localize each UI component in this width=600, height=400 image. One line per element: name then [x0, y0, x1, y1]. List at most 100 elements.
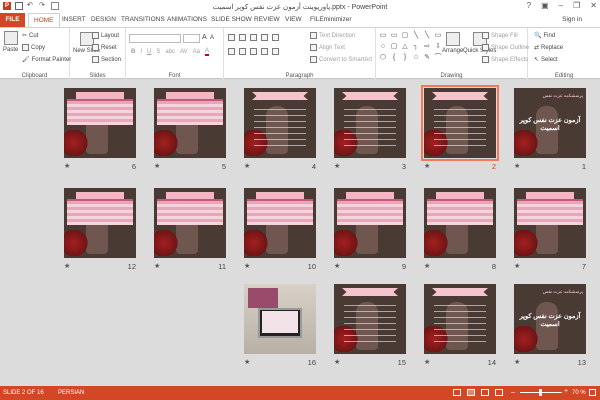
slide-thumbnail-3[interactable]: [334, 88, 406, 158]
left-brace-shape-icon[interactable]: {: [389, 53, 399, 63]
layout-button[interactable]: Layout: [92, 32, 119, 39]
tab-review[interactable]: REVIEW: [254, 16, 280, 23]
restore-icon[interactable]: ❐: [573, 1, 580, 10]
columns-icon[interactable]: [272, 48, 279, 55]
sign-in-link[interactable]: Sign in: [562, 16, 582, 23]
ribbon-display-icon[interactable]: ▣: [541, 1, 549, 10]
font-color-icon[interactable]: A: [204, 48, 209, 56]
slide-thumbnail-2[interactable]: [421, 85, 499, 161]
freeform-shape-icon[interactable]: ✎: [422, 53, 432, 63]
font-name-dropdown[interactable]: [129, 34, 181, 43]
decrease-indent-icon[interactable]: [250, 34, 257, 41]
tab-slide-show[interactable]: SLIDE SHOW: [211, 16, 252, 23]
tab-home[interactable]: HOME: [28, 13, 60, 28]
arc-shape-icon[interactable]: ⌒: [433, 53, 443, 63]
slide-thumbnail-10[interactable]: [244, 188, 316, 258]
tab-insert[interactable]: INSERT: [62, 16, 86, 23]
slide-number: 7: [581, 262, 586, 271]
shrink-font-icon[interactable]: A: [210, 35, 214, 41]
slide-thumbnail-12[interactable]: [64, 188, 136, 258]
cut-button[interactable]: ✂ Cut: [22, 32, 38, 40]
align-center-icon[interactable]: [239, 48, 246, 55]
minimize-icon[interactable]: –: [559, 1, 563, 10]
bold-icon[interactable]: B: [131, 49, 135, 55]
zoom-in-icon[interactable]: +: [564, 388, 568, 395]
character-spacing-icon[interactable]: AV: [180, 49, 188, 55]
rounded-rect-shape-icon[interactable]: ▢: [400, 31, 410, 41]
reset-button[interactable]: Reset: [92, 44, 117, 51]
find-button[interactable]: 🔍 Find: [534, 32, 555, 40]
font-size-dropdown[interactable]: [183, 34, 200, 43]
paste-button[interactable]: Paste: [3, 31, 18, 53]
language-indicator[interactable]: PERSIAN: [58, 390, 84, 396]
slide-thumbnail-6[interactable]: [64, 88, 136, 158]
grow-font-icon[interactable]: A: [202, 34, 207, 41]
italic-icon[interactable]: I: [140, 49, 142, 55]
triangle-shape-icon[interactable]: △: [400, 42, 410, 52]
tab-view[interactable]: VIEW: [285, 16, 302, 23]
align-left-icon[interactable]: [228, 48, 235, 55]
tab-animations[interactable]: ANIMATIONS: [167, 16, 207, 23]
slide-thumbnail-13[interactable]: پرسشنامه عزت نفس آزمون عزت نفس کوپر اسمیت: [514, 284, 586, 354]
zoom-level[interactable]: 70 %: [572, 390, 586, 396]
star-shape-icon[interactable]: ☆: [411, 53, 421, 63]
slide-thumbnail-5[interactable]: [154, 88, 226, 158]
zoom-out-icon[interactable]: –: [511, 389, 515, 396]
reading-view-icon[interactable]: [481, 389, 489, 396]
convert-smartart-button[interactable]: Convert to SmartArt: [310, 56, 372, 63]
copy-button[interactable]: Copy: [22, 44, 45, 51]
shape-effects-button[interactable]: Shape Effects: [482, 56, 528, 63]
right-arrow-shape-icon[interactable]: ⇨: [422, 42, 432, 52]
underline-icon[interactable]: U: [147, 49, 151, 55]
slideshow-view-icon[interactable]: [495, 389, 503, 396]
slide-thumbnail-11[interactable]: [154, 188, 226, 258]
bullets-icon[interactable]: [228, 34, 235, 41]
align-text-button[interactable]: Align Text: [310, 44, 345, 51]
oval-shape-icon[interactable]: ○: [378, 42, 388, 52]
tab-design[interactable]: DESIGN: [91, 16, 116, 23]
slide-thumbnail-16[interactable]: [244, 284, 316, 354]
right-brace-shape-icon[interactable]: }: [400, 53, 410, 63]
strikethrough-icon[interactable]: abc: [165, 49, 175, 55]
slide-thumbnail-9[interactable]: [334, 188, 406, 258]
tab-transitions[interactable]: TRANSITIONS: [121, 16, 165, 23]
help-icon[interactable]: ?: [527, 1, 531, 10]
tab-fileminimizer[interactable]: FILEminimizer: [310, 16, 352, 23]
textbox-shape-icon[interactable]: ▭: [389, 31, 399, 41]
fit-slide-icon[interactable]: [589, 389, 596, 396]
close-icon[interactable]: ✕: [590, 1, 597, 10]
slide-thumbnail-14[interactable]: [424, 284, 496, 354]
normal-view-icon[interactable]: [453, 389, 461, 396]
rect3-shape-icon[interactable]: ▢: [389, 42, 399, 52]
justify-icon[interactable]: [261, 48, 268, 55]
format-painter-button[interactable]: 🖌 Format Painter: [22, 56, 71, 64]
text-direction-button[interactable]: Text Direction: [310, 32, 355, 39]
line-shape-icon[interactable]: ╲: [411, 31, 421, 41]
rectangle-shape-icon[interactable]: ▭: [378, 31, 388, 41]
elbow-shape-icon[interactable]: ┐: [411, 42, 421, 52]
drawing-label: Drawing: [440, 73, 463, 79]
zoom-slider-thumb[interactable]: [539, 389, 542, 396]
shape-fill-button[interactable]: Shape Fill: [482, 32, 518, 39]
line2-shape-icon[interactable]: ╲: [422, 31, 432, 41]
increase-indent-icon[interactable]: [261, 34, 268, 41]
tab-file[interactable]: FILE: [0, 13, 25, 27]
select-button[interactable]: ↖ Select: [534, 56, 558, 64]
replace-button[interactable]: ⇄ Replace: [534, 44, 563, 52]
arrange-button[interactable]: Arrange: [442, 32, 463, 54]
hexagon-shape-icon[interactable]: ⬡: [378, 53, 388, 63]
line-spacing-icon[interactable]: [272, 34, 279, 41]
align-right-icon[interactable]: [250, 48, 257, 55]
shadow-icon[interactable]: S: [156, 49, 160, 55]
slide-sorter-view-icon[interactable]: [467, 389, 475, 396]
slide-thumbnail-7[interactable]: [514, 188, 586, 258]
change-case-icon[interactable]: Aa: [193, 49, 200, 55]
section-button[interactable]: Section: [92, 56, 121, 63]
slide-thumbnail-4[interactable]: [244, 88, 316, 158]
shapes-gallery[interactable]: ▭ ▭ ▢ ╲ ╲ ▭ ○ ▢ △ ┐ ⇨ ⇩ ⬡ { } ☆ ✎ ⌒: [378, 31, 443, 63]
shape-outline-button[interactable]: Shape Outline: [482, 44, 529, 51]
slide-thumbnail-15[interactable]: [334, 284, 406, 354]
slide-thumbnail-8[interactable]: [424, 188, 496, 258]
numbering-icon[interactable]: [239, 34, 246, 41]
slide-thumbnail-1[interactable]: پرسشنامه عزت نفس آزمون عزت نفس کوپر اسمیت: [514, 88, 586, 158]
